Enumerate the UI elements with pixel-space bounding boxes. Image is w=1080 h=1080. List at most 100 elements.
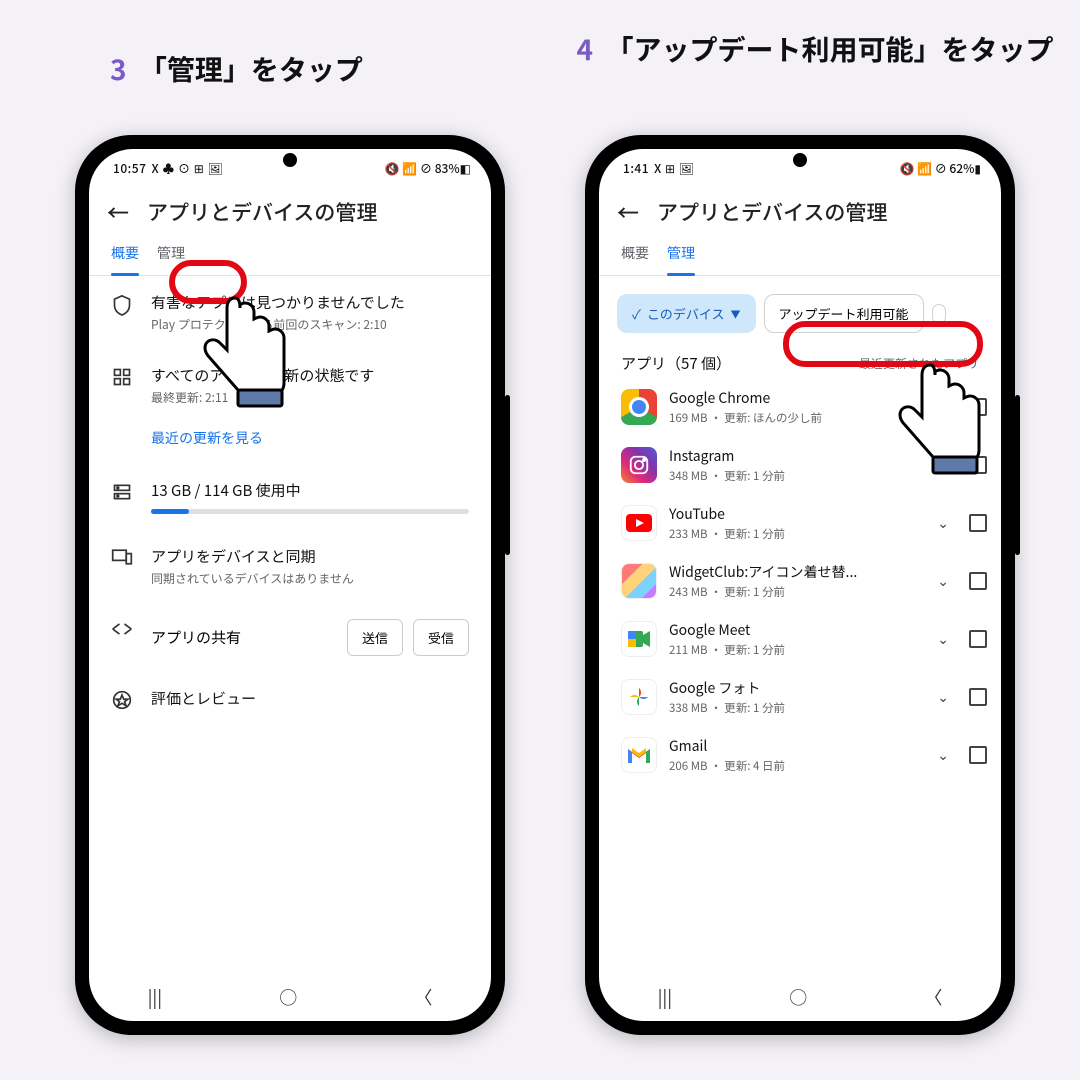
filter-chip-bar: ✓ このデバイス ▼ アップデート利用可能 — [599, 276, 1001, 343]
app-checkbox[interactable] — [969, 630, 987, 648]
chevron-down-icon[interactable]: ⌄ — [937, 397, 949, 417]
updates-title: すべてのアプリは最新の状態です — [151, 365, 374, 386]
app-row[interactable]: YouTube 233 MB ・ 更新: 1 分前 ⌄ — [599, 494, 1001, 552]
chevron-down-icon[interactable]: ⌄ — [937, 629, 949, 649]
storage-bar — [151, 509, 469, 514]
app-icon-instagram — [621, 447, 657, 483]
status-time: 1:41 — [623, 160, 649, 177]
app-icon-chrome — [621, 389, 657, 425]
step-3-number: 3 — [110, 49, 127, 89]
tab-overview[interactable]: 概要 — [111, 243, 139, 275]
step-3-text: 「管理」をタップ — [139, 49, 363, 89]
nav-recents[interactable]: ||| — [148, 984, 163, 1010]
page-title: アプリとデバイスの管理 — [657, 197, 887, 227]
app-name: WidgetClub:アイコン着せ替... — [669, 562, 917, 582]
screen-step-4: 1:41 X ⊞ 🖼 🔇 📶 ⊘ 62%▮ ← アプリとデバイスの管理 概要 管… — [599, 149, 1001, 1021]
nav-back[interactable]: 〈 — [924, 984, 942, 1010]
star-icon — [111, 688, 133, 710]
sort-button[interactable]: 最近更新されたアプリ — [859, 353, 979, 374]
nav-bar: ||| ○ 〈 — [599, 973, 1001, 1021]
step-4-text: 「アップデート利用可能」をタップ — [605, 29, 1053, 69]
sync-sub: 同期されているデバイスはありません — [151, 570, 354, 587]
status-right-icons: 🔇 📶 ⊘ 83%◧ — [385, 160, 471, 177]
app-count-label: アプリ（57 個） — [621, 353, 731, 374]
screen-step-3: 10:57 X ♣ ⊙ ⊞ 🖼 🔇 📶 ⊘ 83%◧ ← アプリとデバイスの管理… — [89, 149, 491, 1021]
phone-step-4: 1:41 X ⊞ 🖼 🔇 📶 ⊘ 62%▮ ← アプリとデバイスの管理 概要 管… — [585, 135, 1015, 1035]
overview-content: 有害なアプリは見つかりませんでした Play プロテクトによる前回のスキャン: … — [89, 276, 491, 973]
app-row[interactable]: Gmail 206 MB ・ 更新: 4 日前 ⌄ — [599, 726, 1001, 784]
back-icon[interactable]: ← — [107, 201, 129, 223]
receive-button[interactable]: 受信 — [413, 619, 469, 656]
updates-sub: 最終更新: 2:11 — [151, 389, 374, 406]
title-bar: ← アプリとデバイスの管理 — [89, 187, 491, 233]
review-title: 評価とレビュー — [151, 688, 256, 709]
app-icon-meet — [621, 621, 657, 657]
app-sub: 243 MB ・ 更新: 1 分前 — [669, 584, 917, 600]
row-share: アプリの共有 送信 受信 — [89, 603, 491, 672]
chevron-down-icon[interactable]: ⌄ — [937, 745, 949, 765]
app-checkbox[interactable] — [969, 514, 987, 532]
app-sub: 211 MB ・ 更新: 1 分前 — [669, 642, 917, 658]
tab-manage[interactable]: 管理 — [157, 243, 185, 275]
tab-manage[interactable]: 管理 — [667, 243, 695, 275]
app-sub: 206 MB ・ 更新: 4 日前 — [669, 758, 917, 774]
storage-icon — [111, 480, 133, 514]
app-name: Google フォト — [669, 678, 917, 698]
app-row[interactable]: Google Meet 211 MB ・ 更新: 1 分前 ⌄ — [599, 610, 1001, 668]
sort-label: 最近更新されたアプリ — [859, 355, 979, 372]
app-row[interactable]: Google Chrome 169 MB ・ 更新: ほんの少し前 ⌄ — [599, 378, 1001, 436]
row-storage[interactable]: 13 GB / 114 GB 使用中 — [89, 464, 491, 530]
manage-content: ✓ このデバイス ▼ アップデート利用可能 アプリ（57 個） 最近更新されたア… — [599, 276, 1001, 973]
app-sub: 348 MB ・ 更新: 1 分前 — [669, 468, 917, 484]
app-list-header: アプリ（57 個） 最近更新されたアプリ — [599, 343, 1001, 378]
app-icon-youtube — [621, 505, 657, 541]
chip-updates-available[interactable]: アップデート利用可能 — [764, 294, 924, 333]
app-name: Instagram — [669, 446, 917, 466]
tab-overview[interactable]: 概要 — [621, 243, 649, 275]
app-checkbox[interactable] — [969, 456, 987, 474]
nav-recents[interactable]: ||| — [658, 984, 673, 1010]
recent-updates-link[interactable]: 最近の更新を見る — [89, 422, 491, 464]
row-review[interactable]: 評価とレビュー — [89, 672, 491, 726]
app-icon-photos — [621, 679, 657, 715]
chevron-down-icon[interactable]: ⌄ — [937, 513, 949, 533]
app-row[interactable]: Google フォト 338 MB ・ 更新: 1 分前 ⌄ — [599, 668, 1001, 726]
app-name: YouTube — [669, 504, 917, 524]
row-sync[interactable]: アプリをデバイスと同期 同期されているデバイスはありません — [89, 530, 491, 603]
phone-camera — [283, 153, 297, 167]
chevron-down-icon[interactable]: ⌄ — [937, 571, 949, 591]
app-name: Google Meet — [669, 620, 917, 640]
app-row[interactable]: Instagram 348 MB ・ 更新: 1 分前 ⌄ — [599, 436, 1001, 494]
sync-title: アプリをデバイスと同期 — [151, 546, 354, 567]
chevron-down-icon[interactable]: ⌄ — [937, 687, 949, 707]
app-checkbox[interactable] — [969, 572, 987, 590]
send-button[interactable]: 送信 — [347, 619, 403, 656]
row-updates[interactable]: すべてのアプリは最新の状態です 最終更新: 2:11 — [89, 349, 491, 422]
status-left-icons: X ♣ ⊙ ⊞ 🖼 — [151, 160, 223, 177]
app-row[interactable]: WidgetClub:アイコン着せ替... 243 MB ・ 更新: 1 分前 … — [599, 552, 1001, 610]
app-checkbox[interactable] — [969, 398, 987, 416]
apps-grid-icon — [111, 365, 133, 406]
row-protect[interactable]: 有害なアプリは見つかりませんでした Play プロテクトによる前回のスキャン: … — [89, 276, 491, 349]
app-checkbox[interactable] — [969, 746, 987, 764]
share-label: アプリの共有 — [151, 627, 337, 648]
nav-bar: ||| ○ 〈 — [89, 973, 491, 1021]
tab-bar: 概要 管理 — [89, 233, 491, 276]
phone-step-3: 10:57 X ♣ ⊙ ⊞ 🖼 🔇 📶 ⊘ 83%◧ ← アプリとデバイスの管理… — [75, 135, 505, 1035]
chevron-down-icon[interactable]: ⌄ — [937, 455, 949, 475]
chip-this-device[interactable]: ✓ このデバイス ▼ — [617, 294, 756, 333]
chip-more[interactable] — [932, 304, 946, 324]
app-checkbox[interactable] — [969, 688, 987, 706]
check-icon: ✓ — [632, 304, 641, 323]
nav-home[interactable]: ○ — [279, 984, 297, 1010]
phone-camera — [793, 153, 807, 167]
status-left-icons: X ⊞ 🖼 — [654, 160, 694, 177]
step-3-caption: 3 「管理」をタップ — [110, 50, 363, 89]
app-icon-widgetclub — [621, 563, 657, 599]
back-icon[interactable]: ← — [617, 201, 639, 223]
nav-back[interactable]: 〈 — [414, 984, 432, 1010]
nav-home[interactable]: ○ — [789, 984, 807, 1010]
app-sub: 338 MB ・ 更新: 1 分前 — [669, 700, 917, 716]
status-right-icons: 🔇 📶 ⊘ 62%▮ — [899, 160, 981, 177]
tab-bar: 概要 管理 — [599, 233, 1001, 276]
